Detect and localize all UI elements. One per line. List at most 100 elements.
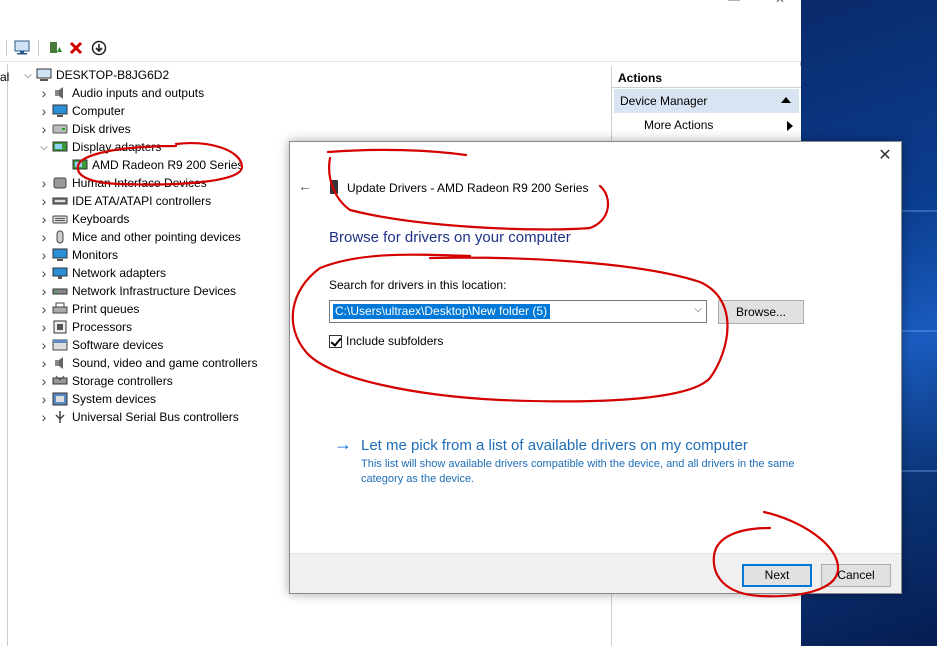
tree-label: Disk drives xyxy=(72,122,131,136)
keyboard-icon xyxy=(52,212,68,226)
update-drivers-dialog: ✕ ← Update Drivers - AMD Radeon R9 200 S… xyxy=(289,141,902,594)
tree-label: Sound, video and game controllers xyxy=(72,356,258,370)
tree-label: AMD Radeon R9 200 Series xyxy=(92,158,244,172)
chevron-down-icon[interactable]: ⌵ xyxy=(694,304,702,315)
chevron-right-icon xyxy=(787,121,793,131)
tree-root[interactable]: ⌵ DESKTOP-B8JG6D2 xyxy=(20,66,169,84)
tree-label: Mice and other pointing devices xyxy=(72,230,241,244)
printer-icon xyxy=(52,302,68,316)
tree-category-sound-video-and-game-controllers[interactable]: › Sound, video and game controllers xyxy=(36,354,258,372)
search-location-label: Search for drivers in this location: xyxy=(329,278,507,292)
monitor-icon xyxy=(52,248,68,262)
uninstall-device-icon[interactable] xyxy=(67,39,85,57)
tree-label: Human Interface Devices xyxy=(72,176,207,190)
tree-category-system-devices[interactable]: › System devices xyxy=(36,390,156,408)
tree-category-human-interface-devices[interactable]: › Human Interface Devices xyxy=(36,174,207,192)
tree-category-monitors[interactable]: › Monitors xyxy=(36,246,118,264)
speaker-icon xyxy=(52,86,68,100)
chevron-down-icon[interactable]: ⌵ xyxy=(20,70,36,81)
tree-category-software-devices[interactable]: › Software devices xyxy=(36,336,164,354)
left-pane-edge: al xyxy=(0,64,9,646)
tree-category-universal-serial-bus-controllers[interactable]: › Universal Serial Bus controllers xyxy=(36,408,239,426)
more-actions-item[interactable]: More Actions xyxy=(612,114,801,136)
tree-category-audio-inputs-and-outputs[interactable]: › Audio inputs and outputs xyxy=(36,84,204,102)
chevron-right-icon[interactable]: › xyxy=(36,247,52,263)
display-adapter-icon xyxy=(52,140,68,154)
chevron-right-icon[interactable]: › xyxy=(36,283,52,299)
title-bar: — ✕ xyxy=(0,0,801,34)
tree-label: IDE ATA/ATAPI controllers xyxy=(72,194,212,208)
software-icon xyxy=(52,338,68,352)
disk-icon xyxy=(52,122,68,136)
tree-category-storage-controllers[interactable]: › Storage controllers xyxy=(36,372,173,390)
hid-icon xyxy=(52,176,68,190)
actions-device-manager[interactable]: Device Manager xyxy=(614,89,799,113)
tree-label: Keyboards xyxy=(72,212,130,226)
tree-label: System devices xyxy=(72,392,157,406)
disable-device-icon[interactable] xyxy=(90,39,108,57)
include-subfolders-label: Include subfolders xyxy=(346,334,444,348)
tree-device-amd-radeon-r9-200-series[interactable]: AMD Radeon R9 200 Series xyxy=(56,156,243,174)
chevron-right-icon[interactable]: › xyxy=(36,391,52,407)
tree-label: Audio inputs and outputs xyxy=(72,86,205,100)
tree-category-print-queues[interactable]: › Print queues xyxy=(36,300,140,318)
tree-label: Processors xyxy=(72,320,133,334)
tree-label: Storage controllers xyxy=(72,374,173,388)
tree-category-keyboards[interactable]: › Keyboards xyxy=(36,210,130,228)
include-subfolders-checkbox[interactable]: Include subfolders xyxy=(329,334,443,348)
chevron-right-icon[interactable]: › xyxy=(36,265,52,281)
tree-category-display-adapters[interactable]: ⌵ Display adapters xyxy=(36,138,161,156)
speaker-icon xyxy=(52,356,68,370)
tree-category-ide-ata-atapi-controllers[interactable]: › IDE ATA/ATAPI controllers xyxy=(36,192,212,210)
dialog-heading: Browse for drivers on your computer xyxy=(329,229,571,246)
chevron-right-icon[interactable]: › xyxy=(36,193,52,209)
toolbar-separator xyxy=(6,40,7,56)
browse-button[interactable]: Browse... xyxy=(718,300,804,324)
system-icon xyxy=(52,392,68,406)
next-button[interactable]: Next xyxy=(742,564,812,587)
chevron-right-icon[interactable]: › xyxy=(36,319,52,335)
chevron-right-icon[interactable]: › xyxy=(36,301,52,317)
chevron-right-icon[interactable]: › xyxy=(36,373,52,389)
tree-label: Computer xyxy=(72,104,125,118)
back-arrow-icon[interactable]: ← xyxy=(298,178,312,194)
storage-icon xyxy=(52,374,68,388)
driver-path-input[interactable]: C:\Users\ultraex\Desktop\New folder (5) xyxy=(333,304,550,319)
arrow-right-icon[interactable]: → xyxy=(334,434,352,455)
tree-category-computer[interactable]: › Computer xyxy=(36,102,125,120)
chevron-right-icon[interactable]: › xyxy=(36,229,52,245)
tree-category-network-infrastructure-devices[interactable]: › Network Infrastructure Devices xyxy=(36,282,236,300)
chevron-right-icon[interactable]: › xyxy=(36,103,52,119)
chevron-right-icon[interactable]: › xyxy=(36,85,52,101)
scan-hardware-icon[interactable] xyxy=(14,39,32,57)
driver-path-combobox[interactable]: C:\Users\ultraex\Desktop\New folder (5) … xyxy=(329,300,707,323)
pick-driver-description: This list will show available drivers co… xyxy=(361,458,795,485)
ide-icon xyxy=(52,194,68,208)
cancel-button[interactable]: Cancel xyxy=(821,564,891,587)
usb-icon xyxy=(52,410,68,424)
pick-driver-link[interactable]: Let me pick from a list of available dri… xyxy=(361,437,748,454)
chevron-right-icon[interactable]: › xyxy=(36,337,52,353)
chevron-right-icon[interactable]: › xyxy=(36,211,52,227)
tree-category-mice-and-other-pointing-devices[interactable]: › Mice and other pointing devices xyxy=(36,228,241,246)
close-icon[interactable]: ✕ xyxy=(877,148,893,164)
mouse-icon xyxy=(52,230,68,244)
chevron-right-icon[interactable]: › xyxy=(36,355,52,371)
chevron-down-icon[interactable]: ⌵ xyxy=(36,142,52,153)
chevron-right-icon[interactable]: › xyxy=(36,121,52,137)
actions-section-label: Device Manager xyxy=(620,94,708,108)
computer-name: DESKTOP-B8JG6D2 xyxy=(56,68,170,82)
tree-category-network-adapters[interactable]: › Network adapters xyxy=(36,264,166,282)
update-driver-icon[interactable] xyxy=(46,39,64,57)
checkbox-checked-icon[interactable] xyxy=(329,334,342,348)
tree-label: Network adapters xyxy=(72,266,167,280)
network-infra-icon xyxy=(52,284,68,298)
toolbar xyxy=(0,34,801,62)
chevron-right-icon[interactable]: › xyxy=(36,175,52,191)
minimize-icon[interactable]: — xyxy=(724,0,744,6)
tree-category-disk-drives[interactable]: › Disk drives xyxy=(36,120,131,138)
chevron-right-icon[interactable]: › xyxy=(36,409,52,425)
close-window-icon[interactable]: ✕ xyxy=(770,0,790,6)
collapse-up-icon[interactable] xyxy=(781,97,791,103)
tree-category-processors[interactable]: › Processors xyxy=(36,318,132,336)
